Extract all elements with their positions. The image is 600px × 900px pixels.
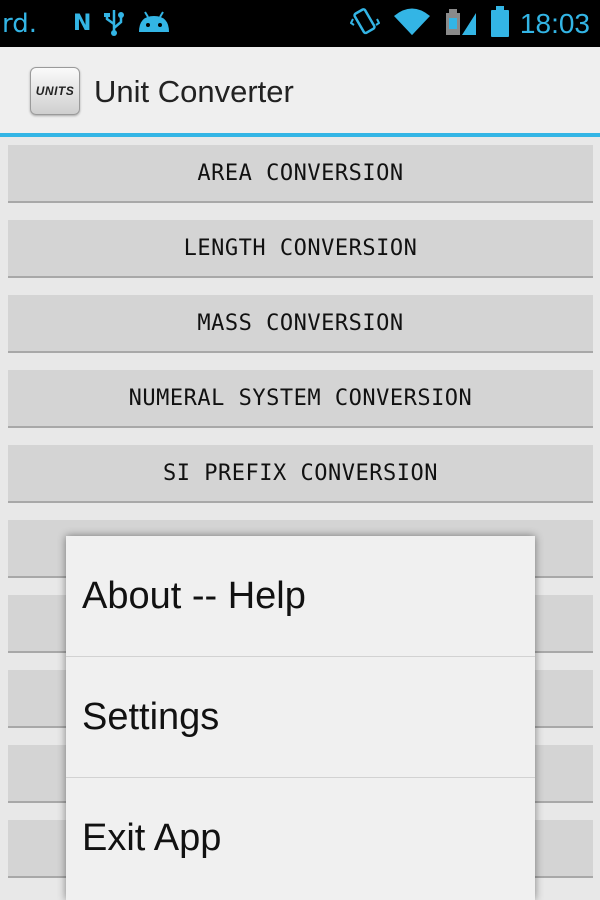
battery-icon xyxy=(490,5,510,42)
menu-item-settings[interactable]: Settings xyxy=(66,657,535,778)
mass-conversion-button[interactable]: MASS CONVERSION xyxy=(8,295,593,353)
menu-item-exit-app[interactable]: Exit App xyxy=(66,778,535,899)
wifi-icon xyxy=(392,7,432,41)
status-left-text: rd. xyxy=(2,8,38,39)
android-icon xyxy=(137,10,171,38)
status-bar: rd. N 18:03 xyxy=(0,0,600,47)
notification-n-icon: N xyxy=(73,11,92,36)
length-conversion-button[interactable]: LENGTH CONVERSION xyxy=(8,220,593,278)
app-icon[interactable]: UNITS xyxy=(30,67,80,115)
options-menu: About -- Help Settings Exit App xyxy=(66,536,535,900)
app-title: Unit Converter xyxy=(94,74,294,109)
numeral-system-conversion-button[interactable]: NUMERAL SYSTEM CONVERSION xyxy=(8,370,593,428)
status-time: 18:03 xyxy=(519,7,590,39)
area-conversion-button[interactable]: AREA CONVERSION xyxy=(8,145,593,203)
sim-icon xyxy=(444,7,478,41)
app-icon-label: UNITS xyxy=(35,84,75,98)
vibrate-icon xyxy=(349,7,381,41)
action-bar: UNITS Unit Converter xyxy=(0,47,600,133)
si-prefix-conversion-button[interactable]: SI PREFIX CONVERSION xyxy=(8,445,593,503)
menu-item-about-help[interactable]: About -- Help xyxy=(66,536,535,657)
usb-icon xyxy=(103,8,125,40)
action-bar-divider xyxy=(0,133,600,137)
